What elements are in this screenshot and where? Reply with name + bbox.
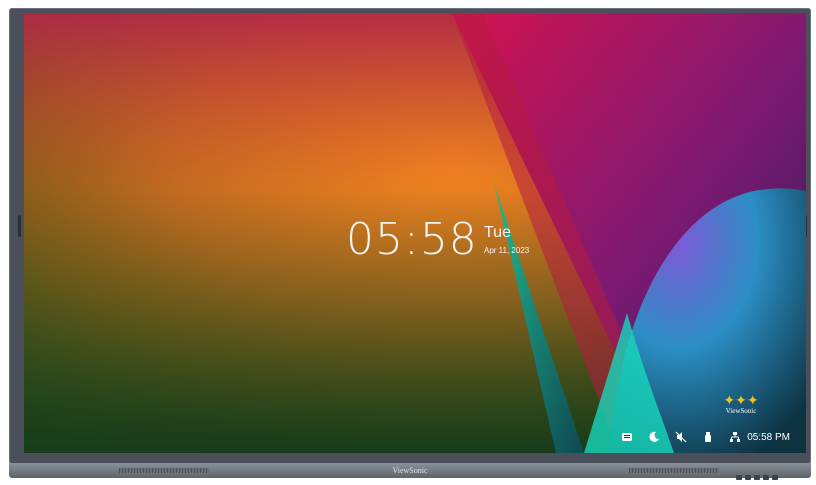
viewsonic-birds-icon: ✦✦✦ (723, 392, 759, 408)
clock-widget: 05:58 Tue Apr 11, 2023 (346, 214, 529, 265)
bottom-speaker-bar: ViewSonic (9, 463, 811, 480)
moon-icon[interactable] (647, 430, 661, 444)
network-icon[interactable] (728, 430, 742, 444)
display-screen: 05:58 Tue Apr 11, 2023 ✦✦✦ ViewSonic 05:… (24, 13, 806, 453)
logo-word: ViewSonic (725, 407, 757, 415)
system-tray: 05:58 PM (620, 430, 790, 444)
mute-icon[interactable] (674, 430, 688, 444)
clock-date: Apr 11, 2023 (484, 246, 530, 255)
bezel-brand: ViewSonic (392, 466, 428, 475)
taskbar-time[interactable]: 05:58 PM (747, 432, 790, 443)
left-side-handle (18, 215, 21, 237)
front-ports (733, 467, 793, 480)
clock-day: Tue (484, 224, 511, 241)
clock-time: 05:58 (346, 214, 478, 265)
speaker-grille-right (629, 468, 719, 473)
viewsonic-logo: ✦✦✦ ViewSonic (720, 393, 762, 425)
keyboard-icon[interactable] (620, 430, 634, 444)
usb-icon[interactable] (701, 430, 715, 444)
speaker-grille-left (119, 468, 209, 473)
